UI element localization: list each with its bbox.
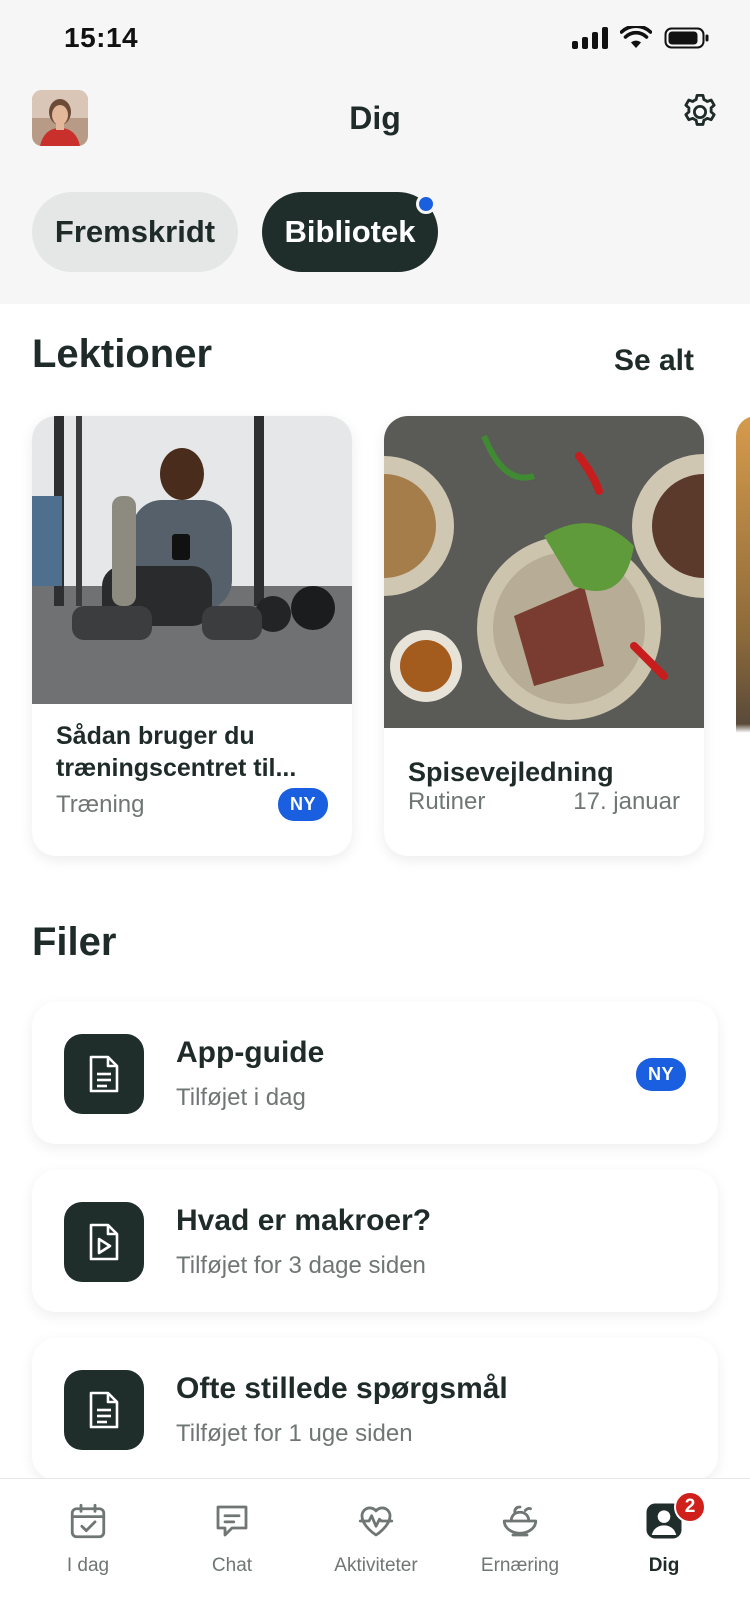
lesson-card-peek[interactable] [736,416,750,856]
lesson-image-gym [32,416,352,704]
see-all-link[interactable]: Se alt [614,344,694,378]
new-indicator-dot [416,194,436,214]
settings-button[interactable] [678,90,722,134]
lesson-category: Rutiner [408,788,486,815]
file-title: App-guide [176,1036,325,1069]
header: Dig [0,90,750,150]
file-title: Hvad er makroer? [176,1204,432,1237]
lesson-card[interactable]: Spisevejledning Rutiner 17. januar [384,416,704,856]
file-subtitle: Tilføjet for 1 uge siden [176,1420,413,1447]
new-badge: NY [635,1058,686,1091]
file-icon-box [64,1034,144,1114]
file-subtitle: Tilføjet i dag [176,1084,306,1111]
chat-icon [216,1505,248,1537]
lesson-title-line2: træningscentret til... [56,754,297,782]
video-file-icon [89,1223,119,1261]
lesson-title: Sådan bruger du træningscentret til... [56,720,296,784]
tab-activities[interactable]: Aktiviteter [304,1497,448,1577]
status-time: 15:14 [64,22,139,53]
lesson-card[interactable]: Sådan bruger du træningscentret til... T… [32,416,352,856]
tab-nutrition-label: Ernæring [480,1555,560,1576]
gear-icon [684,93,716,126]
lesson-meta: Rutiner 17. januar [408,788,680,816]
tab-today[interactable]: I dag [16,1497,160,1577]
tab-you[interactable]: 2 Dig [592,1491,736,1577]
tab-today-label: I dag [66,1555,110,1576]
tab-chat[interactable]: Chat [160,1497,304,1577]
file-item[interactable]: App-guide Tilføjet i dag NY [32,1002,718,1144]
tab-progress-label: Fremskridt [54,214,216,249]
tab-chat-label: Chat [211,1555,253,1576]
file-subtitle: Tilføjet for 3 dage siden [176,1252,426,1279]
lesson-date: 17. januar [573,788,680,815]
tab-activities-label: Aktiviteter [334,1555,418,1576]
lesson-meta: Træning NY [56,788,328,821]
status-bar: 15:14 [0,0,750,80]
tab-library-label: Bibliotek [284,214,416,249]
file-icon-box [64,1202,144,1282]
lessons-section-title: Lektioner [32,332,213,376]
tab-nutrition[interactable]: Ernæring [448,1497,592,1577]
lesson-category: Træning [56,790,145,818]
bottom-tab-bar: I dag Chat Aktiviteter Ernæring 2 Dig [0,1478,750,1624]
file-item[interactable]: Hvad er makroer? Tilføjet for 3 dage sid… [32,1170,718,1312]
lesson-title-line1: Sådan bruger du [56,722,255,750]
tab-you-label: Dig [648,1555,680,1576]
food-bowl-icon [502,1505,538,1537]
lesson-image-food [384,416,704,728]
lesson-title: Spisevejledning [408,757,614,787]
wifi-icon [620,26,652,48]
files-section-title: Filer [32,920,117,964]
file-icon-box [64,1370,144,1450]
battery-icon [664,27,709,49]
status-icons [572,26,710,50]
new-badge: NY [277,788,328,821]
tab-library[interactable]: Bibliotek [262,192,438,272]
document-icon [89,1055,119,1093]
document-icon [89,1391,119,1429]
tab-progress[interactable]: Fremskridt [32,192,238,272]
segment-control: Fremskridt Bibliotek [32,192,438,272]
notification-count-badge: 2 [674,1491,706,1523]
cellular-signal-icon [572,27,608,49]
page-title: Dig [349,100,401,136]
file-item[interactable]: Ofte stillede spørgsmål Tilføjet for 1 u… [32,1338,718,1480]
heart-pulse-icon [358,1506,394,1537]
calendar-check-icon [70,1503,106,1539]
file-title: Ofte stillede spørgsmål [176,1372,508,1405]
